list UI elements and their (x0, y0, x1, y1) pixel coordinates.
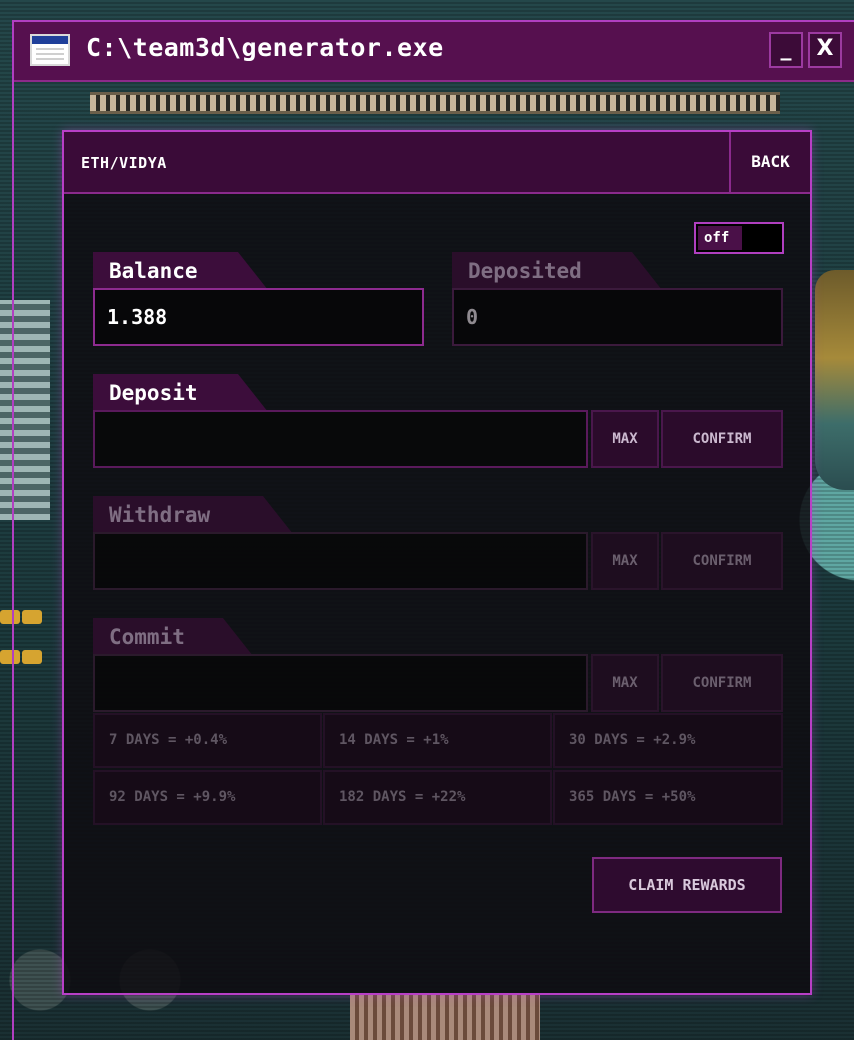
panel-header: ETH/VIDYA BACK (64, 132, 810, 194)
withdraw-max-button[interactable]: MAX (591, 532, 659, 590)
commit-label: Commit (93, 618, 253, 656)
withdraw-confirm-button[interactable]: CONFIRM (661, 532, 783, 590)
deposit-label: Deposit (93, 374, 268, 412)
title-bar[interactable]: C:\team3d\generator.exe _ X (14, 22, 854, 82)
withdraw-label: Withdraw (93, 496, 293, 534)
commit-option-30-days[interactable]: 30 DAYS = +2.9% (553, 713, 783, 768)
pair-name: ETH/VIDYA (81, 154, 167, 172)
commit-option-92-days[interactable]: 92 DAYS = +9.9% (93, 770, 322, 825)
back-button[interactable]: BACK (729, 132, 810, 192)
balance-value: 1.388 (93, 288, 424, 346)
close-button[interactable]: X (808, 32, 842, 68)
deposited-value: 0 (452, 288, 783, 346)
window-title: C:\team3d\generator.exe (86, 33, 444, 62)
withdraw-input[interactable] (93, 532, 588, 590)
deposited-label: Deposited (452, 252, 662, 290)
deposit-confirm-button[interactable]: CONFIRM (661, 410, 783, 468)
toggle-label: off (698, 226, 742, 250)
commit-confirm-button[interactable]: CONFIRM (661, 654, 783, 712)
claim-rewards-button[interactable]: CLAIM REWARDS (592, 857, 782, 913)
minimize-button[interactable]: _ (769, 32, 803, 68)
commit-option-182-days[interactable]: 182 DAYS = +22% (323, 770, 552, 825)
balance-label: Balance (93, 252, 268, 290)
commit-option-14-days[interactable]: 14 DAYS = +1% (323, 713, 552, 768)
commit-option-365-days[interactable]: 365 DAYS = +50% (553, 770, 783, 825)
commit-max-button[interactable]: MAX (591, 654, 659, 712)
window-app-icon (30, 34, 70, 66)
pool-panel: ETH/VIDYA BACK off Balance 1.388 Deposit… (62, 130, 812, 995)
deposit-max-button[interactable]: MAX (591, 410, 659, 468)
auto-toggle[interactable]: off (694, 222, 784, 254)
deposit-input[interactable] (93, 410, 588, 468)
commit-input[interactable] (93, 654, 588, 712)
commit-option-7-days[interactable]: 7 DAYS = +0.4% (93, 713, 322, 768)
